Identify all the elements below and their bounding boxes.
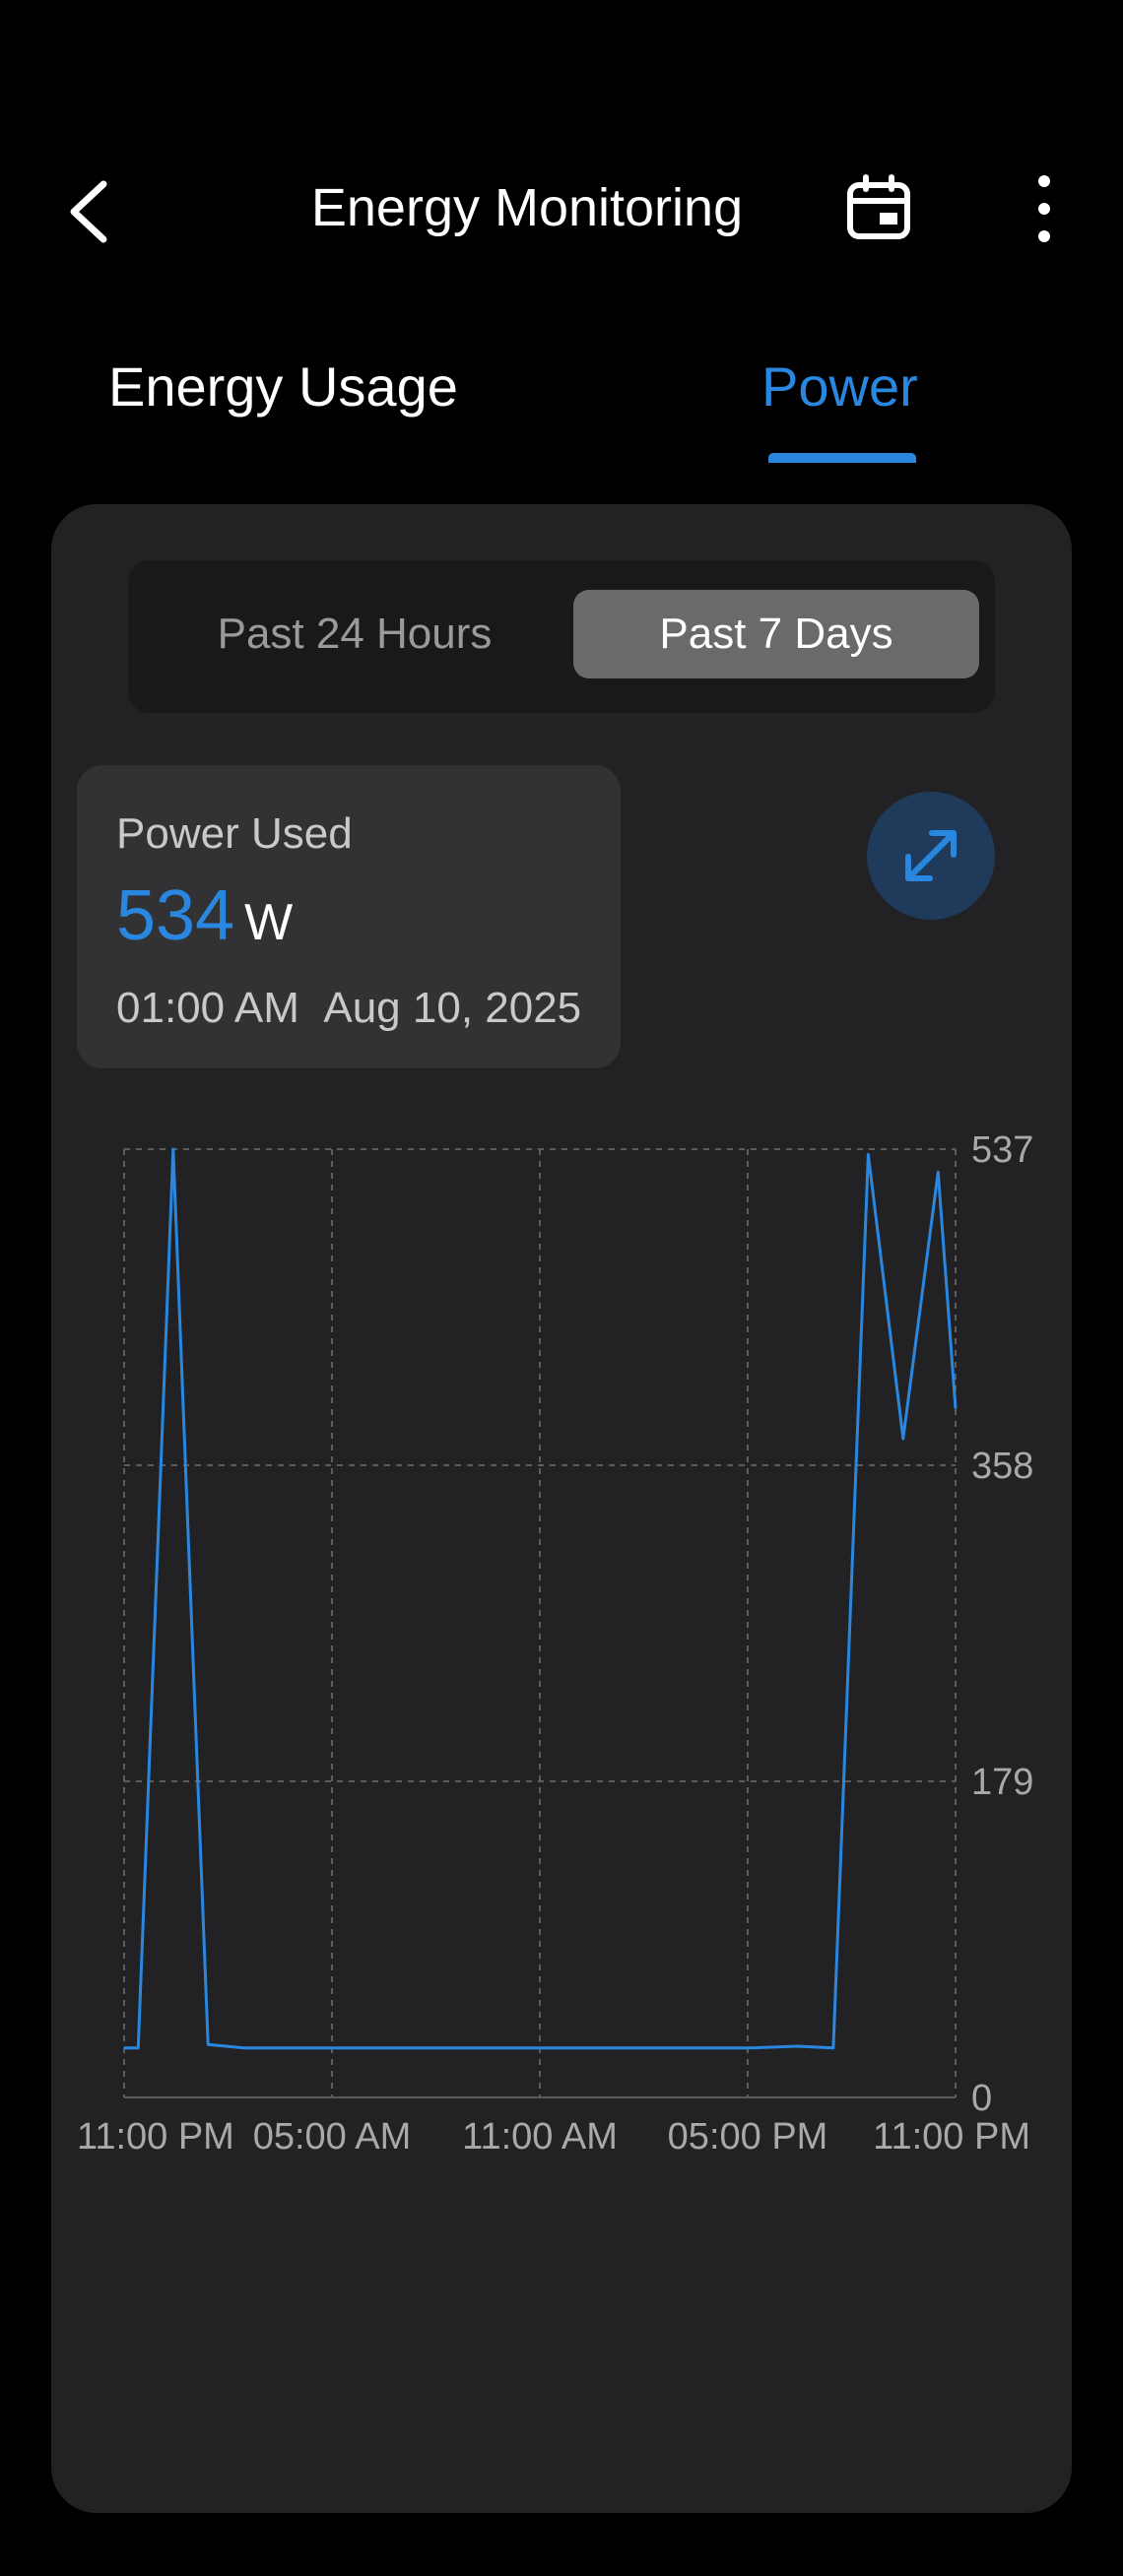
power-card: Past 24 Hours Past 7 Days Power Used 534… — [51, 504, 1072, 2513]
more-vertical-icon — [1038, 175, 1050, 242]
y-tick-label: 537 — [971, 1129, 1033, 1171]
tab-power[interactable]: Power — [761, 354, 918, 419]
calendar-icon — [847, 174, 910, 239]
y-tick-label: 179 — [971, 1762, 1033, 1803]
x-tick-label: 11:00 PM — [873, 2116, 1030, 2157]
active-tab-indicator — [768, 453, 916, 463]
x-tick-label: 05:00 PM — [668, 2116, 828, 2157]
x-tick-label: 05:00 AM — [253, 2116, 412, 2157]
tab-bar: Energy Usage Power — [0, 345, 1123, 473]
power-line-chart: 0 179 358 537 11:00 PM 05:00 AM 11:00 AM 05:00 … — [77, 1129, 1033, 2157]
tab-energy-usage[interactable]: Energy Usage — [108, 354, 458, 419]
more-options-button[interactable] — [1015, 169, 1074, 248]
y-tick-label: 358 — [971, 1446, 1033, 1487]
x-tick-label: 11:00 AM — [462, 2116, 618, 2157]
calendar-button[interactable] — [842, 169, 916, 248]
app-header: Energy Monitoring — [0, 148, 1123, 276]
x-tick-label: 11:00 PM — [77, 2116, 234, 2157]
y-tick-label: 0 — [971, 2078, 992, 2119]
